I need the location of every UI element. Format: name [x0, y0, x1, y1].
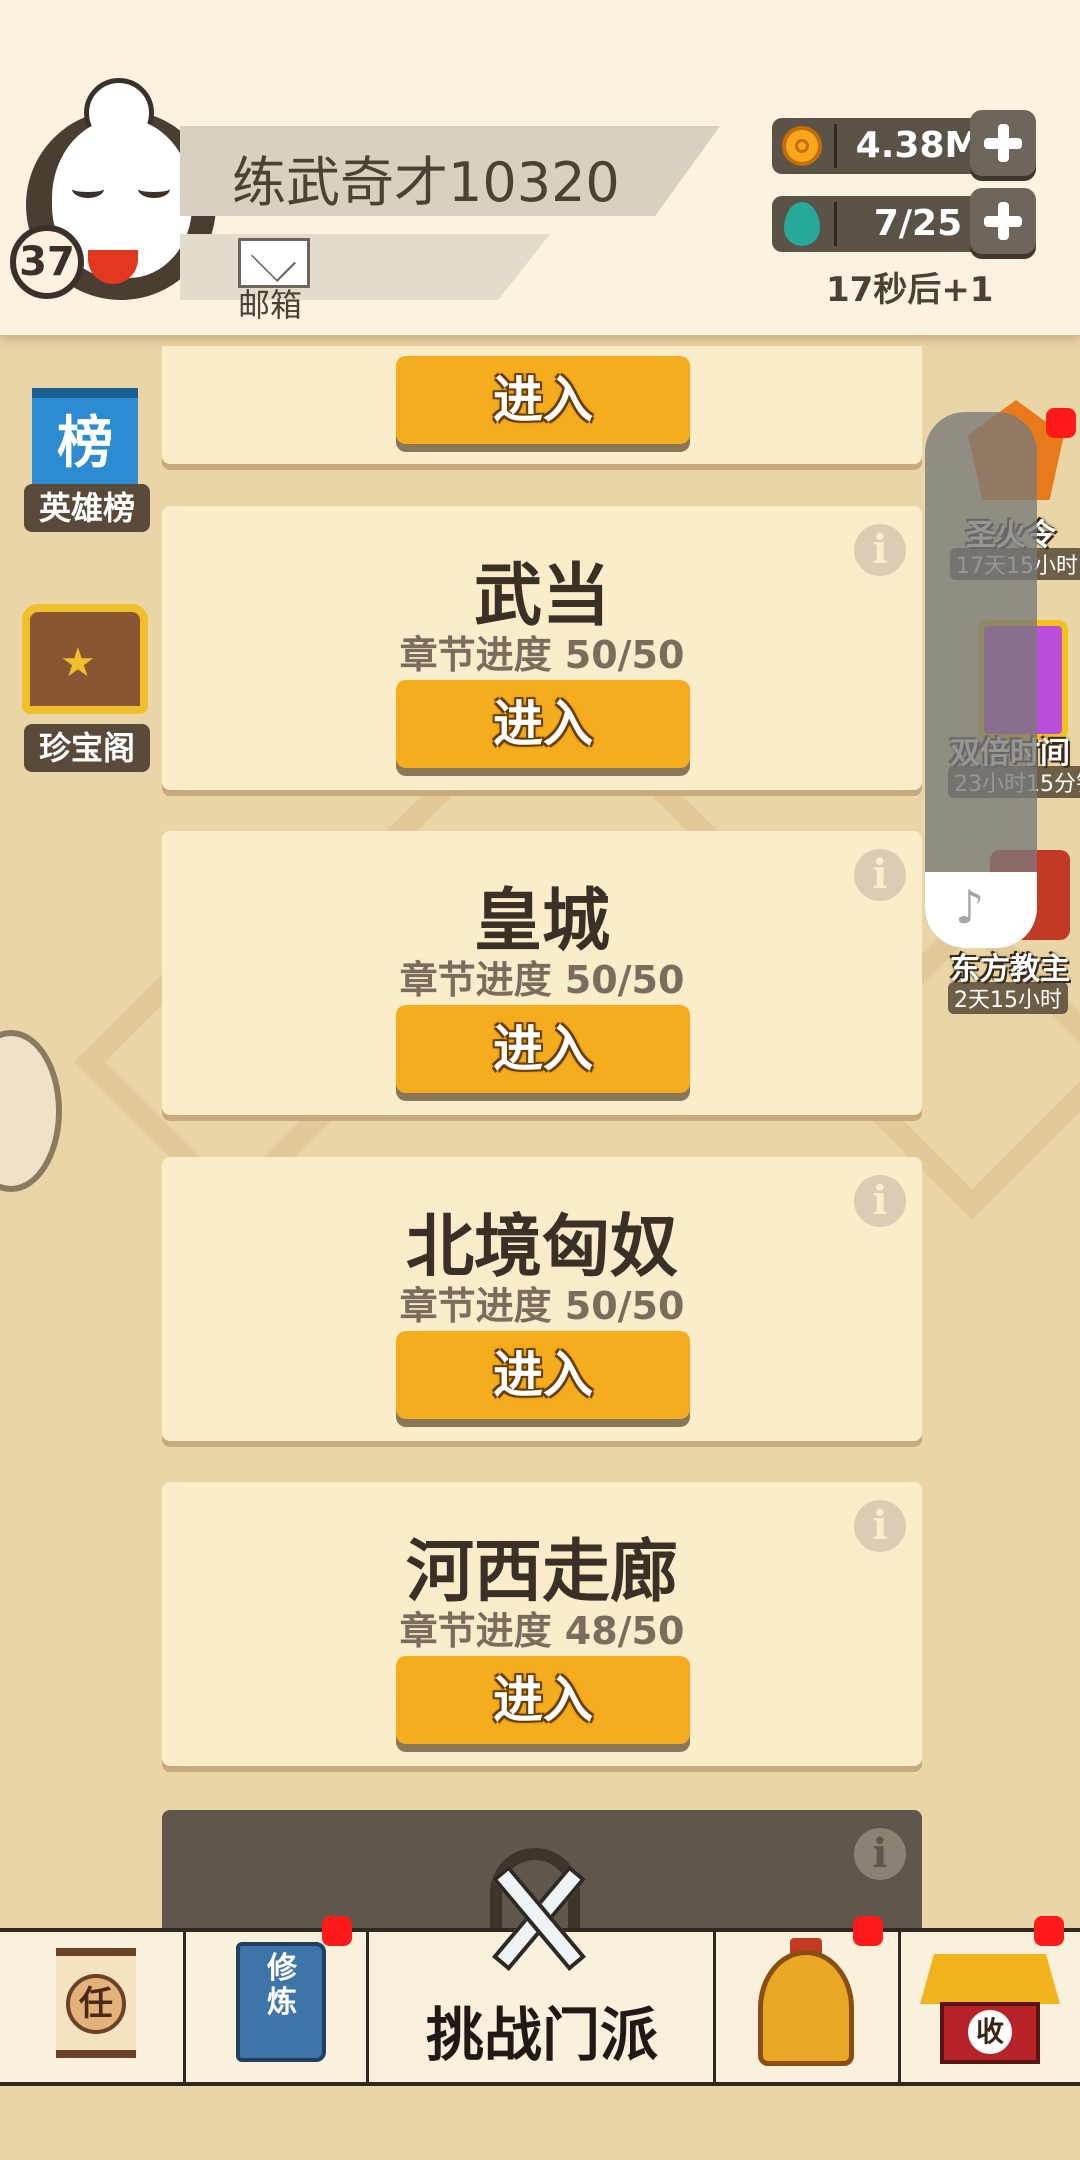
- event-timer: 2天15小时: [948, 982, 1068, 1014]
- player-name: 练武奇才10320: [232, 151, 620, 214]
- mail-label[interactable]: 邮箱: [238, 280, 302, 326]
- enter-button[interactable]: 进入: [396, 680, 690, 768]
- coins-display: 4.38M: [772, 118, 1002, 174]
- coin-icon: [782, 126, 822, 166]
- avatar-eye: [138, 180, 170, 198]
- star-icon: ★: [60, 640, 96, 686]
- stage-progress: 章节进度 50/50: [399, 1284, 685, 1328]
- enter-button[interactable]: 进入: [396, 1005, 690, 1093]
- panda-mascot-icon[interactable]: [0, 1030, 62, 1192]
- stage-card-partial: 进入: [162, 346, 922, 464]
- treasure-label[interactable]: 珍宝阁: [24, 724, 150, 772]
- ranking-banner-icon[interactable]: 榜: [32, 388, 138, 498]
- shop-roof: [920, 1954, 1060, 2004]
- nav-cultivate[interactable]: 修炼: [0, 1916, 366, 2082]
- enter-button[interactable]: 进入: [396, 1331, 690, 1419]
- notification-dot: [1034, 1916, 1064, 1946]
- level-badge: 37: [10, 225, 84, 299]
- helmet-icon: [758, 1950, 854, 2066]
- cultivate-icon-text: 修炼: [267, 1951, 297, 2020]
- notification-dot: [853, 1916, 883, 1946]
- challenge-label: 挑战门派: [425, 2001, 658, 2069]
- stamina-display: 7/25: [772, 196, 1002, 252]
- stage-progress: 章节进度 48/50: [399, 1609, 685, 1653]
- enter-button[interactable]: 进入: [396, 356, 690, 444]
- crossed-swords-icon[interactable]: [478, 1858, 598, 1972]
- stage-progress: 章节进度 50/50: [399, 958, 685, 1002]
- notification-dot: [1046, 408, 1076, 438]
- divider: [834, 124, 837, 168]
- mail-banner: [180, 234, 550, 300]
- add-coins-button[interactable]: [970, 110, 1036, 176]
- stage-card: i 河西走廊 章节进度 48/50 进入: [162, 1482, 922, 1766]
- shop-sign: 收: [968, 2010, 1012, 2054]
- top-header: 37 练武奇才10320 邮箱 4.38M 7/25 17秒后+1: [0, 0, 1080, 335]
- divider: [834, 202, 837, 246]
- stamina-value: 7/25: [873, 203, 963, 244]
- stage-card: i 北境匈奴 章节进度 50/50 进入: [162, 1157, 922, 1441]
- avatar-eye: [72, 180, 104, 198]
- stage-card: i 武当 章节进度 50/50 进入: [162, 506, 922, 790]
- stamina-regen-timer: 17秒后+1: [826, 270, 994, 310]
- music-note-icon[interactable]: ♪: [955, 880, 984, 934]
- notification-dot: [322, 1916, 352, 1946]
- enter-button[interactable]: 进入: [396, 1656, 690, 1744]
- add-stamina-button[interactable]: [970, 188, 1036, 254]
- info-icon[interactable]: i: [854, 1828, 906, 1880]
- floating-music-panel[interactable]: ♪: [925, 412, 1037, 948]
- coins-value: 4.38M: [855, 125, 981, 166]
- gem-icon: [784, 202, 820, 246]
- stage-card: i 皇城 章节进度 50/50 进入: [162, 831, 922, 1115]
- stage-progress: 章节进度 50/50: [399, 633, 685, 677]
- ranking-label[interactable]: 英雄榜: [24, 484, 150, 532]
- nav-shop[interactable]: 收: [898, 1916, 1080, 2082]
- nav-equipment[interactable]: [713, 1916, 898, 2082]
